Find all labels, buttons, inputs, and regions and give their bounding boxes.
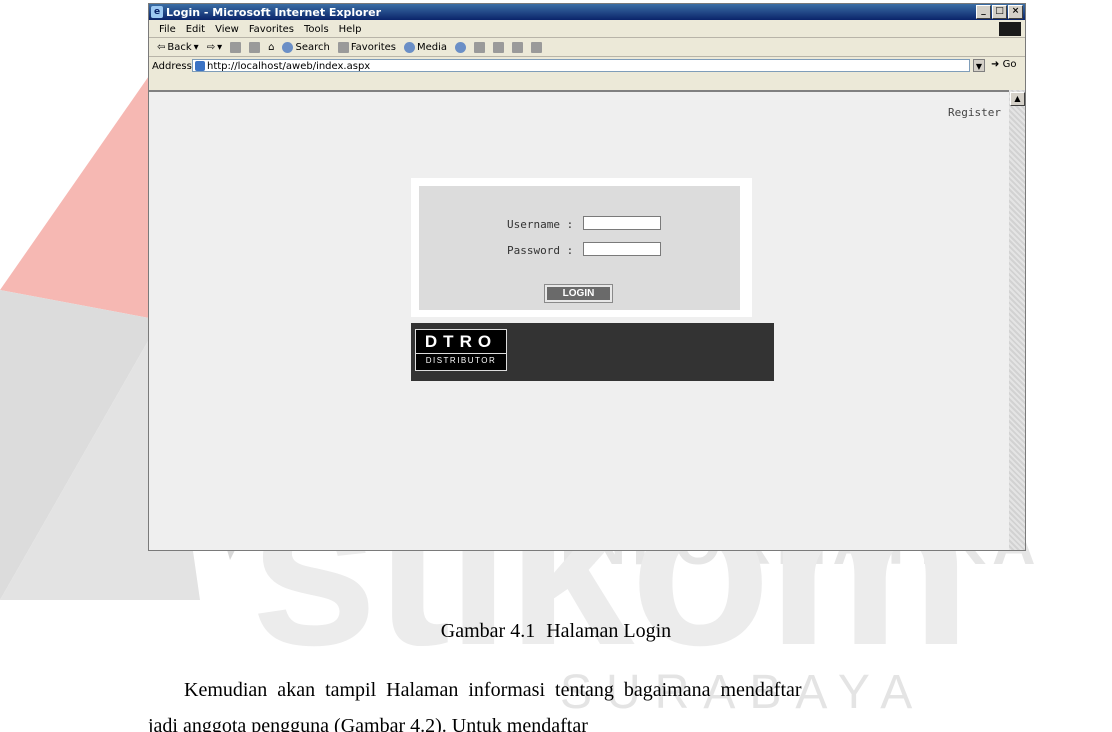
page-icon — [195, 61, 205, 71]
address-url: http://localhost/aweb/index.aspx — [207, 61, 371, 72]
paragraph-text: Kemudian akan tampil Halaman informasi t… — [184, 679, 802, 701]
window-controls: _ □ × — [976, 5, 1023, 19]
print-icon — [493, 41, 505, 53]
media-icon — [404, 41, 416, 53]
discuss-button[interactable] — [531, 41, 543, 53]
title-bar: e Login - Microsoft Internet Explorer _ … — [149, 4, 1025, 20]
refresh-icon — [249, 41, 261, 53]
menu-tools[interactable]: Tools — [304, 24, 329, 35]
caption-number: Gambar 4.1 — [440, 620, 536, 642]
browser-window: e Login - Microsoft Internet Explorer _ … — [148, 3, 1026, 551]
chevron-down-icon: ▾ — [193, 41, 199, 53]
brand-bar: DTRO DISTRIBUTOR — [411, 323, 774, 381]
maximize-button[interactable]: □ — [992, 5, 1007, 19]
home-icon: ⌂ — [268, 41, 275, 53]
menu-view[interactable]: View — [215, 24, 239, 35]
close-button[interactable]: × — [1008, 5, 1023, 19]
window-title: Login - Microsoft Internet Explorer — [166, 5, 382, 19]
address-input[interactable]: http://localhost/aweb/index.aspx — [192, 59, 970, 72]
login-box: Username : Password : LOGIN — [411, 178, 752, 317]
scroll-up-icon[interactable]: ▲ — [1010, 92, 1025, 106]
media-label: Media — [417, 41, 448, 53]
page-viewport: Register Username : Password : LOGIN DTR… — [149, 90, 1009, 550]
search-icon — [282, 41, 294, 53]
stop-button[interactable] — [230, 41, 242, 53]
media-button[interactable]: Media — [404, 41, 448, 53]
menu-edit[interactable]: Edit — [186, 24, 205, 35]
minimize-button[interactable]: _ — [976, 5, 991, 19]
search-label: Search — [295, 41, 330, 53]
register-link[interactable]: Register — [948, 106, 1001, 119]
forward-button[interactable]: ⇨ ▾ — [207, 42, 222, 53]
edit-button[interactable] — [512, 41, 524, 53]
password-input[interactable] — [583, 242, 661, 256]
back-label: Back — [167, 41, 192, 53]
address-dropdown-button[interactable]: ▼ — [973, 59, 985, 72]
chevron-down-icon: ▾ — [217, 41, 223, 53]
mail-icon — [474, 41, 486, 53]
caption-title: Halaman Login — [546, 620, 672, 642]
menu-bar: File Edit View Favorites Tools Help — [149, 21, 1025, 38]
logo-tagline: DISTRIBUTOR — [416, 353, 506, 367]
favorites-label: Favorites — [350, 41, 397, 53]
toolbar: ⇦ Back ▾ ⇨ ▾ ⌂ Search Favorites Media — [149, 38, 1025, 57]
home-button[interactable]: ⌂ — [268, 42, 274, 53]
username-label: Username : — [507, 218, 574, 231]
menu-favorites[interactable]: Favorites — [249, 24, 294, 35]
back-button[interactable]: ⇦ Back ▾ — [157, 42, 199, 53]
menu-help[interactable]: Help — [339, 24, 362, 35]
mail-button[interactable] — [474, 41, 486, 53]
refresh-button[interactable] — [249, 41, 261, 53]
go-button[interactable]: ➜ Go — [991, 59, 1016, 70]
print-button[interactable] — [493, 41, 505, 53]
history-button[interactable] — [455, 41, 467, 53]
back-arrow-icon: ⇦ — [157, 41, 166, 53]
forward-arrow-icon: ⇨ — [206, 41, 216, 53]
go-arrow-icon: ➜ — [991, 59, 1000, 70]
password-label: Password : — [507, 244, 574, 257]
menu-file[interactable]: File — [159, 24, 176, 35]
paragraph-text-continued: jadi anggota pengguna (Gambar 4.2). Untu… — [148, 716, 588, 732]
windows-logo-icon — [999, 22, 1021, 36]
login-button[interactable]: LOGIN — [544, 284, 613, 303]
stop-icon — [230, 41, 242, 53]
history-icon — [455, 41, 467, 53]
favorites-icon — [337, 41, 349, 53]
ie-icon: e — [151, 6, 163, 18]
search-button[interactable]: Search — [282, 41, 330, 53]
go-label: Go — [1002, 59, 1017, 70]
favorites-button[interactable]: Favorites — [337, 41, 397, 53]
logo-name: DTRO — [424, 332, 498, 351]
vertical-scrollbar[interactable]: ▲ — [1009, 90, 1025, 550]
figure-caption: Gambar 4.1 Halaman Login — [0, 620, 1112, 643]
address-label: Address — [152, 60, 192, 72]
username-input[interactable] — [583, 216, 661, 230]
dtro-logo: DTRO DISTRIBUTOR — [415, 329, 507, 371]
login-panel: Username : Password : LOGIN — [419, 186, 740, 310]
discuss-icon — [531, 41, 543, 53]
address-bar: Address http://localhost/aweb/index.aspx… — [149, 57, 1025, 75]
edit-icon — [512, 41, 524, 53]
